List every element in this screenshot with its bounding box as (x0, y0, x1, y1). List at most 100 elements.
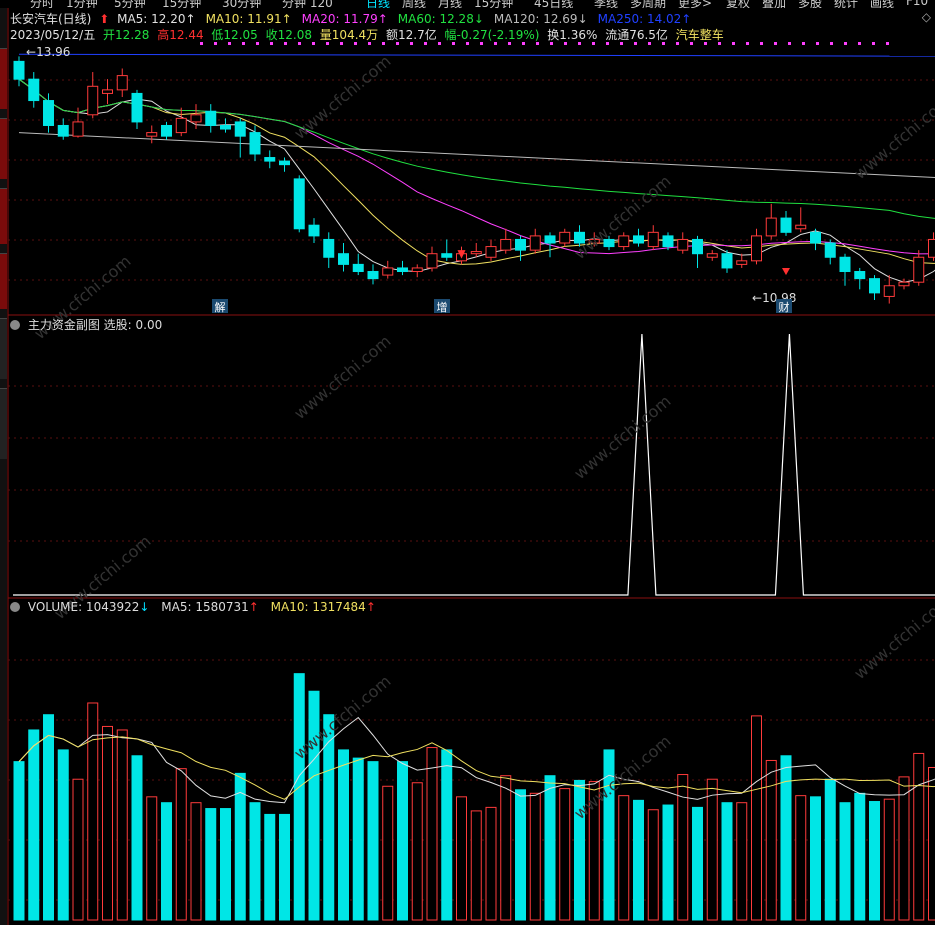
candle-body (662, 235, 674, 248)
high-price-label: ←13.96 (26, 45, 71, 59)
volume-bar (411, 782, 423, 921)
settings-icon[interactable] (10, 602, 20, 612)
candle-body (751, 235, 762, 262)
volume-bar (500, 775, 512, 921)
volume-bar (102, 725, 113, 921)
volume-bar (618, 795, 630, 921)
signal-dot (508, 42, 511, 45)
volume-bar (810, 796, 821, 921)
signal-dot (872, 42, 875, 45)
candle-body (146, 132, 158, 137)
kline-chart[interactable]: www.cfchi.com www.cfchi.com www.cfchi.com w… (0, 0, 935, 925)
signal-dot (298, 42, 301, 45)
signal-dot (732, 42, 735, 45)
volume-bar (485, 806, 497, 921)
candle-body (869, 278, 880, 294)
signal-dot (452, 42, 455, 45)
signal-dot (620, 42, 623, 45)
candle-body (234, 121, 246, 137)
volume-bar (146, 796, 158, 921)
volume-bar (795, 795, 807, 921)
volume-bar (662, 804, 674, 921)
signal-dot (536, 42, 539, 45)
candle-body (706, 253, 718, 258)
volume-bar (824, 778, 836, 921)
volume-ma5-line (18, 716, 935, 804)
signal-dot (606, 42, 609, 45)
signal-dot (256, 42, 259, 45)
signal-dot (564, 42, 567, 45)
volume-bar (175, 768, 187, 921)
watermark: www.cfchi.com (570, 391, 674, 483)
signal-dot (802, 42, 805, 45)
candle-body (323, 238, 335, 258)
candle-body (397, 267, 408, 273)
signal-dot (354, 42, 357, 45)
candle-body (220, 124, 231, 130)
candle-body (175, 117, 187, 134)
arrow-up-icon: ↑ (365, 600, 376, 614)
signal-dot (676, 42, 679, 45)
volume-label: VOLUME: 1043922 (27, 600, 140, 614)
volume-bar (736, 802, 748, 921)
volume-bar (780, 755, 792, 921)
volume-bar (869, 801, 880, 921)
candle-body (795, 224, 807, 230)
signal-dot (284, 42, 287, 45)
volume-bar (43, 714, 54, 921)
volume-bar (515, 789, 526, 921)
candle-body (559, 231, 571, 244)
signal-dot (466, 42, 469, 45)
signal-dot (774, 42, 777, 45)
candle-body (485, 246, 497, 258)
signal-dot (704, 42, 707, 45)
volume-bar (234, 772, 246, 921)
fund-line (13, 333, 935, 596)
candle-body (338, 253, 349, 265)
signal-dot (438, 42, 441, 45)
volume-bar (751, 715, 762, 921)
candle-body (43, 100, 54, 126)
sub-panel-title[interactable]: 主力资金副图 (28, 318, 100, 332)
signal-dot (214, 42, 217, 45)
signal-dot (326, 42, 329, 45)
ma250-line (18, 53, 935, 57)
signal-dot (494, 42, 497, 45)
candle-body (883, 285, 895, 297)
volume-panel-header: VOLUME: 1043922↓ MA5: 1580731↑ MA10: 131… (10, 600, 376, 614)
candle-body (529, 235, 541, 251)
candle-body (131, 92, 143, 123)
candle-body (765, 217, 777, 237)
signal-dot (662, 42, 665, 45)
settings-icon[interactable] (10, 320, 20, 330)
arrow-down-icon: ↓ (139, 600, 150, 614)
candle-body (618, 235, 630, 248)
candle-body (647, 231, 659, 248)
volume-bar (839, 802, 851, 921)
signal-dot (858, 42, 861, 45)
candle-body (13, 60, 25, 80)
candle-body (205, 110, 217, 126)
candle-body (308, 224, 320, 237)
signal-dot (368, 42, 371, 45)
volume-bar (898, 776, 910, 921)
signal-dot (410, 42, 413, 45)
candle-body (544, 235, 556, 244)
volume-bar (559, 788, 571, 921)
event-marker[interactable]: 财 (776, 299, 792, 314)
candle-body (441, 253, 453, 258)
signal-dot (522, 42, 525, 45)
signal-dot (760, 42, 763, 45)
candle-body (721, 253, 733, 269)
event-marker[interactable]: 增 (434, 299, 450, 314)
candle-body (500, 238, 512, 251)
candle-body (293, 178, 305, 230)
candle-body (677, 238, 689, 251)
signal-dot (396, 42, 399, 45)
signal-dot (228, 42, 231, 45)
signal-dot (550, 42, 553, 45)
signal-dot (480, 42, 483, 45)
volume-bar (28, 729, 40, 921)
event-marker[interactable]: 解 (212, 299, 228, 314)
volume-bar (116, 729, 128, 921)
